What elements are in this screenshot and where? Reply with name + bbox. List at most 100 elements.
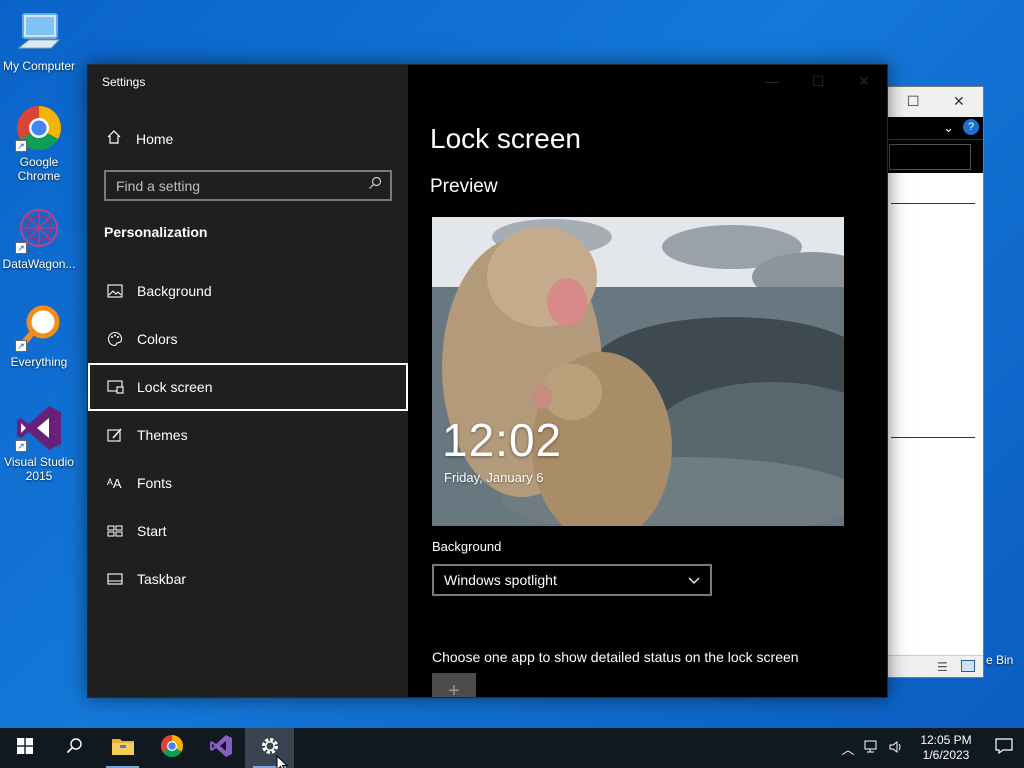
search-icon xyxy=(66,737,82,759)
chrome-icon: ↗ xyxy=(15,104,63,152)
desktop-icon-label: Visual Studio 2015 xyxy=(4,455,74,483)
shortcut-arrow-icon: ↗ xyxy=(15,340,27,352)
palette-icon xyxy=(107,331,137,347)
windows-logo-icon xyxy=(16,737,33,759)
nav-item-label: Fonts xyxy=(137,475,173,491)
preview-date: Friday, January 6 xyxy=(444,470,544,485)
nav-home[interactable]: Home xyxy=(88,123,408,155)
settings-content-pane: — ☐ ✕ Lock screen Preview 12:02 Friday, … xyxy=(408,65,887,697)
chevron-down-icon xyxy=(688,572,700,588)
taskbar: ︿ 12:05 PM 1/6/2023 xyxy=(0,728,1024,768)
background-window-statusbar: ☰ xyxy=(881,655,983,677)
settings-window[interactable]: Settings Home Personalization Background xyxy=(87,64,888,698)
desktop-icon-label: Google Chrome xyxy=(17,155,61,183)
notification-icon xyxy=(995,737,1013,759)
divider xyxy=(891,203,975,204)
desktop-icon-visual-studio[interactable]: ↗ Visual Studio 2015 xyxy=(0,404,78,483)
fonts-icon: ᴬA xyxy=(107,475,122,491)
background-dropdown[interactable]: Windows spotlight xyxy=(432,564,712,596)
lock-screen-preview: 12:02 Friday, January 6 xyxy=(432,217,844,526)
taskbar-chrome[interactable] xyxy=(147,728,196,768)
nav-item-themes[interactable]: Themes xyxy=(88,411,408,459)
nav-item-label: Start xyxy=(137,523,167,539)
page-title: Lock screen xyxy=(430,123,581,154)
recycle-bin-label[interactable]: e Bin xyxy=(986,653,1013,667)
nav-item-background[interactable]: Background xyxy=(88,267,408,315)
window-title: Settings xyxy=(102,75,146,89)
background-window-search-row xyxy=(881,139,983,173)
maximize-icon[interactable]: ☐ xyxy=(795,65,841,97)
detailed-status-label: Choose one app to show detailed status o… xyxy=(432,649,799,665)
chevron-up-icon[interactable]: ︿ xyxy=(836,739,860,758)
window-controls: — ☐ ✕ xyxy=(749,65,887,97)
background-window-address-row: ⌄ ? xyxy=(881,117,983,139)
personalization-nav-list: Background Colors Lock screen Themes ᴬA … xyxy=(88,267,408,603)
chevron-down-icon[interactable]: ⌄ xyxy=(943,120,954,136)
background-explorer-window[interactable]: ☐ ✕ ⌄ ? ☰ xyxy=(880,86,984,678)
action-center-button[interactable] xyxy=(984,737,1024,759)
nav-item-lock-screen[interactable]: Lock screen xyxy=(88,363,408,411)
taskbar-visual-studio[interactable] xyxy=(196,728,245,768)
nav-home-label: Home xyxy=(136,131,174,147)
desktop-icon-label: Everything xyxy=(10,355,68,369)
close-icon[interactable]: ✕ xyxy=(841,65,887,97)
nav-item-label: Lock screen xyxy=(137,379,213,395)
desktop-icon-label: DataWagon... xyxy=(2,257,76,271)
shortcut-arrow-icon: ↗ xyxy=(15,242,27,254)
settings-search-input[interactable] xyxy=(116,177,356,194)
network-icon[interactable] xyxy=(860,740,884,757)
nav-item-label: Themes xyxy=(137,427,188,443)
close-icon[interactable]: ✕ xyxy=(953,93,965,110)
start-icon xyxy=(107,525,137,537)
visual-studio-icon xyxy=(209,734,233,763)
mouse-cursor-icon xyxy=(276,755,288,768)
visual-studio-icon: ↗ xyxy=(15,404,63,452)
taskbar-file-explorer[interactable] xyxy=(98,728,147,768)
themes-icon xyxy=(107,427,137,443)
volume-icon[interactable] xyxy=(884,740,908,757)
preview-heading: Preview xyxy=(430,176,498,197)
nav-item-label: Taskbar xyxy=(137,571,187,587)
desktop-icon-google-chrome[interactable]: ↗ Google Chrome xyxy=(0,104,78,183)
divider xyxy=(891,437,975,438)
background-window-titlebar: ☐ ✕ xyxy=(881,87,983,117)
settings-search-box[interactable] xyxy=(104,170,392,201)
desktop-icon-datawagon[interactable]: ↗ DataWagon... xyxy=(0,206,78,271)
start-button[interactable] xyxy=(0,728,49,768)
lock-screen-icon xyxy=(107,380,137,394)
background-field-label: Background xyxy=(432,539,502,554)
plus-icon: + xyxy=(448,680,460,697)
nav-item-taskbar[interactable]: Taskbar xyxy=(88,555,408,603)
nav-item-label: Background xyxy=(137,283,212,299)
large-icons-view-icon[interactable] xyxy=(961,660,975,672)
background-window-search-box[interactable] xyxy=(889,144,971,170)
taskbar-clock[interactable]: 12:05 PM 1/6/2023 xyxy=(908,733,984,763)
nav-item-label: Colors xyxy=(137,331,178,347)
background-dropdown-value: Windows spotlight xyxy=(444,572,557,588)
minimize-icon[interactable]: — xyxy=(749,65,795,97)
desktop-icon-everything[interactable]: ↗ Everything xyxy=(0,304,78,369)
taskbar-time: 12:05 PM xyxy=(920,733,972,747)
taskbar-search-button[interactable] xyxy=(49,728,98,768)
picture-icon xyxy=(107,284,137,298)
details-view-icon[interactable]: ☰ xyxy=(937,660,948,674)
file-explorer-icon xyxy=(111,736,135,761)
search-icon[interactable] xyxy=(368,176,382,195)
help-icon[interactable]: ? xyxy=(963,119,979,135)
maximize-icon[interactable]: ☐ xyxy=(907,93,920,110)
preview-clock: 12:02 xyxy=(442,414,563,466)
taskbar-icon xyxy=(107,573,137,585)
add-app-button[interactable]: + xyxy=(432,673,476,697)
taskbar-date: 1/6/2023 xyxy=(922,748,970,762)
home-icon xyxy=(106,129,136,149)
magnifier-icon: ↗ xyxy=(15,304,63,352)
datawagon-icon: ↗ xyxy=(15,206,63,254)
nav-item-colors[interactable]: Colors xyxy=(88,315,408,363)
settings-nav-pane: Settings Home Personalization Background xyxy=(88,65,408,697)
shortcut-arrow-icon: ↗ xyxy=(15,140,27,152)
nav-item-fonts[interactable]: ᴬA Fonts xyxy=(88,459,408,507)
section-label: Personalization xyxy=(104,224,208,240)
nav-item-start[interactable]: Start xyxy=(88,507,408,555)
desktop-icon-my-computer[interactable]: My Computer xyxy=(0,8,78,73)
system-tray: ︿ 12:05 PM 1/6/2023 xyxy=(836,728,1024,768)
